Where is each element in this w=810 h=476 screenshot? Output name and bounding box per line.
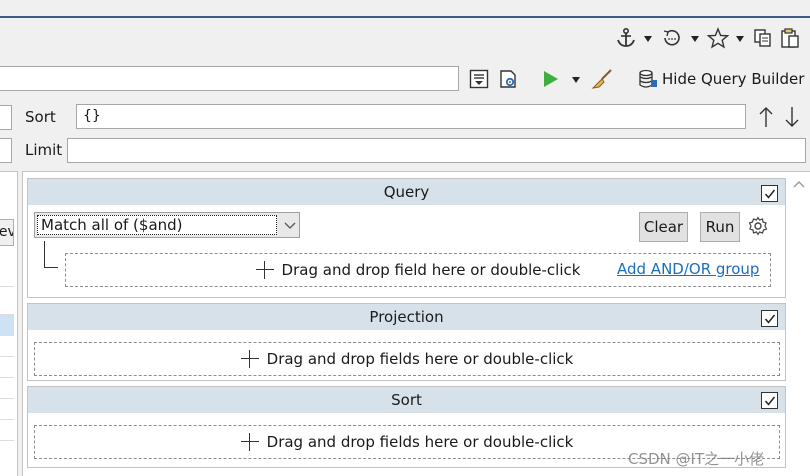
- query-drop-hint: Drag and drop field here or double-click: [281, 261, 581, 279]
- match-select[interactable]: Match all of ($and): [34, 212, 300, 238]
- tree-connector: [44, 241, 58, 268]
- arrow-up-icon[interactable]: [756, 104, 776, 130]
- plus-icon: [240, 350, 259, 368]
- arrow-down-icon[interactable]: [782, 104, 802, 130]
- sort-field[interactable]: {}: [76, 104, 746, 129]
- run-dropdown-caret[interactable]: [572, 77, 580, 83]
- query-panel-checkbox[interactable]: [761, 185, 778, 202]
- sort-label: Sort: [25, 108, 56, 126]
- clear-button[interactable]: Clear: [639, 212, 688, 242]
- projection-panel-checkbox[interactable]: [761, 310, 778, 327]
- plus-icon: [240, 433, 259, 451]
- run-icon[interactable]: [538, 67, 562, 91]
- left-partial-field[interactable]: [0, 105, 12, 130]
- query-settings-icon[interactable]: [496, 67, 520, 91]
- projection-drop-zone[interactable]: Drag and drop fields here or double-clic…: [34, 342, 780, 376]
- paste-icon[interactable]: [778, 26, 802, 50]
- plus-icon: [255, 261, 274, 279]
- sort-panel-checkbox[interactable]: [761, 392, 778, 409]
- match-select-value: Match all of ($and): [37, 215, 277, 235]
- hide-query-builder-button[interactable]: Hide Query Builder: [662, 70, 804, 88]
- anchor-dropdown-caret[interactable]: [644, 36, 652, 42]
- database-icon[interactable]: [636, 67, 660, 91]
- projection-drop-hint: Drag and drop fields here or double-clic…: [266, 350, 574, 368]
- anchor-icon[interactable]: [614, 26, 638, 50]
- limit-label: Limit: [25, 141, 63, 159]
- query-panel-header: Query: [28, 179, 785, 205]
- projection-panel-title: Projection: [369, 308, 444, 326]
- left-view-tab[interactable]: iev: [0, 219, 14, 246]
- add-and-or-group-link[interactable]: Add AND/OR group: [617, 260, 760, 278]
- projection-panel-header: Projection: [28, 304, 785, 330]
- history-icon[interactable]: [660, 26, 684, 50]
- limit-field[interactable]: [67, 138, 806, 163]
- window-top-border: [0, 16, 810, 18]
- star-dropdown-caret[interactable]: [736, 36, 744, 42]
- format-document-icon[interactable]: [467, 67, 491, 91]
- query-text-field[interactable]: [0, 66, 459, 91]
- chevron-down-icon: [284, 222, 296, 229]
- run-button[interactable]: Run: [700, 212, 740, 242]
- watermark-text: CSDN @IT之一小佬: [628, 450, 765, 468]
- star-icon[interactable]: [706, 26, 730, 50]
- sort-panel-header: Sort: [28, 387, 785, 413]
- history-dropdown-caret[interactable]: [691, 36, 699, 42]
- sort-panel-title: Sort: [391, 391, 422, 409]
- query-panel-title: Query: [383, 183, 430, 201]
- left-view-tab-label: iev: [0, 224, 13, 240]
- left-table-fragment: [0, 286, 14, 476]
- gear-icon[interactable]: [747, 215, 769, 237]
- left-partial-field[interactable]: [0, 138, 12, 163]
- copy-icon[interactable]: [751, 26, 775, 50]
- broom-icon[interactable]: [590, 67, 614, 91]
- sort-drop-hint: Drag and drop fields here or double-clic…: [266, 433, 574, 451]
- vertical-scrollbar[interactable]: [790, 176, 808, 476]
